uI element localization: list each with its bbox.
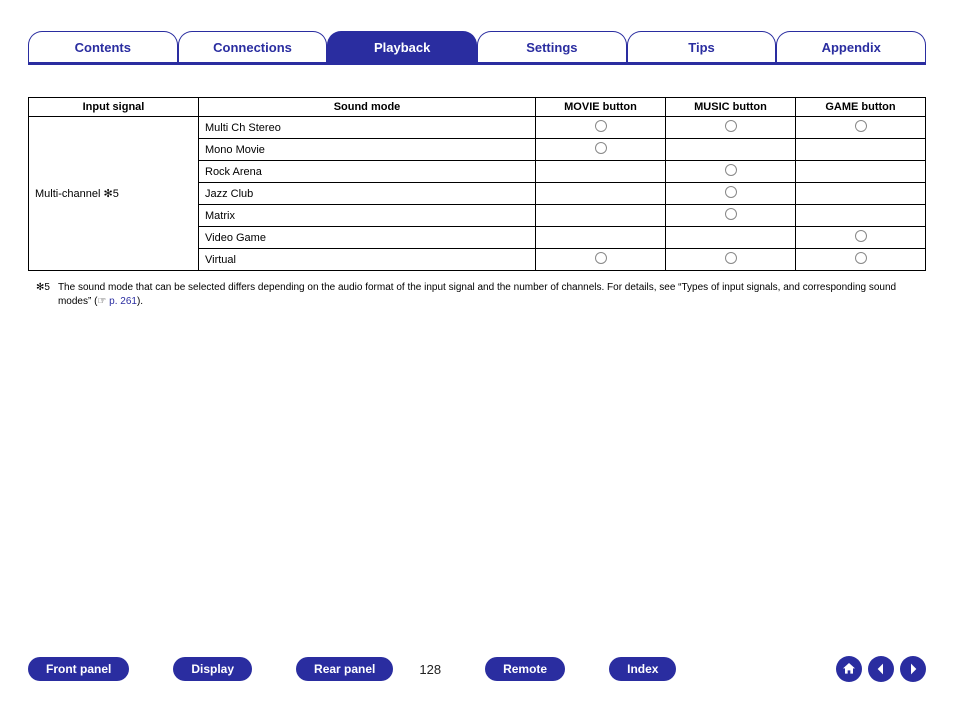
cell-sound-mode: Virtual [199,249,536,271]
sound-mode-table: Input signal Sound mode MOVIE button MUS… [28,97,926,271]
circle-icon [725,252,737,264]
cell-music [666,249,796,271]
circle-icon [855,120,867,132]
cell-game [796,205,926,227]
cell-music [666,139,796,161]
th-game: GAME button [796,98,926,117]
tab-tips[interactable]: Tips [627,31,777,62]
circle-icon [595,142,607,154]
home-icon[interactable] [836,656,862,682]
cell-music [666,117,796,139]
footnote-text-before: The sound mode that can be selected diff… [58,282,896,307]
tab-appendix[interactable]: Appendix [776,31,926,62]
btn-rear-panel[interactable]: Rear panel [296,657,393,681]
btn-index[interactable]: Index [609,657,676,681]
prev-page-icon[interactable] [868,656,894,682]
tab-playback[interactable]: Playback [327,31,477,62]
cell-sound-mode: Jazz Club [199,183,536,205]
footnote-link[interactable]: p. 261 [109,296,137,307]
bottom-nav: Front panel Display Rear panel 128 Remot… [28,653,926,685]
sound-mode-table-wrap: Input signal Sound mode MOVIE button MUS… [28,97,926,271]
th-movie: MOVIE button [536,98,666,117]
table-row: Multi-channel ✻5Multi Ch Stereo [29,117,926,139]
footnote-text-after: ). [137,296,143,307]
cell-game [796,183,926,205]
footnote-text: The sound mode that can be selected diff… [58,281,918,308]
page-number: 128 [419,662,441,677]
cell-movie [536,205,666,227]
cell-movie [536,117,666,139]
cell-movie [536,139,666,161]
top-tabbar: Contents Connections Playback Settings T… [28,30,926,65]
circle-icon [725,208,737,220]
cell-sound-mode: Mono Movie [199,139,536,161]
cell-music [666,227,796,249]
cell-music [666,161,796,183]
tab-connections[interactable]: Connections [178,31,328,62]
next-page-icon[interactable] [900,656,926,682]
cell-sound-mode: Matrix [199,205,536,227]
cell-game [796,139,926,161]
th-sound-mode: Sound mode [199,98,536,117]
circle-icon [725,120,737,132]
circle-icon [855,252,867,264]
btn-display[interactable]: Display [173,657,252,681]
cell-game [796,227,926,249]
circle-icon [595,252,607,264]
cell-game [796,117,926,139]
cell-movie [536,249,666,271]
footnote-ref: ✻5 [36,281,50,308]
cell-game [796,161,926,183]
cell-sound-mode: Rock Arena [199,161,536,183]
footnote: ✻5 The sound mode that can be selected d… [36,281,918,308]
th-music: MUSIC button [666,98,796,117]
cell-sound-mode: Video Game [199,227,536,249]
cell-music [666,183,796,205]
cell-movie [536,161,666,183]
circle-icon [725,186,737,198]
cell-movie [536,183,666,205]
cell-input-signal: Multi-channel ✻5 [29,117,199,271]
btn-remote[interactable]: Remote [485,657,565,681]
th-input-signal: Input signal [29,98,199,117]
cell-movie [536,227,666,249]
cell-game [796,249,926,271]
btn-front-panel[interactable]: Front panel [28,657,129,681]
tab-settings[interactable]: Settings [477,31,627,62]
circle-icon [595,120,607,132]
cell-music [666,205,796,227]
cell-sound-mode: Multi Ch Stereo [199,117,536,139]
circle-icon [725,164,737,176]
circle-icon [855,230,867,242]
tab-contents[interactable]: Contents [28,31,178,62]
